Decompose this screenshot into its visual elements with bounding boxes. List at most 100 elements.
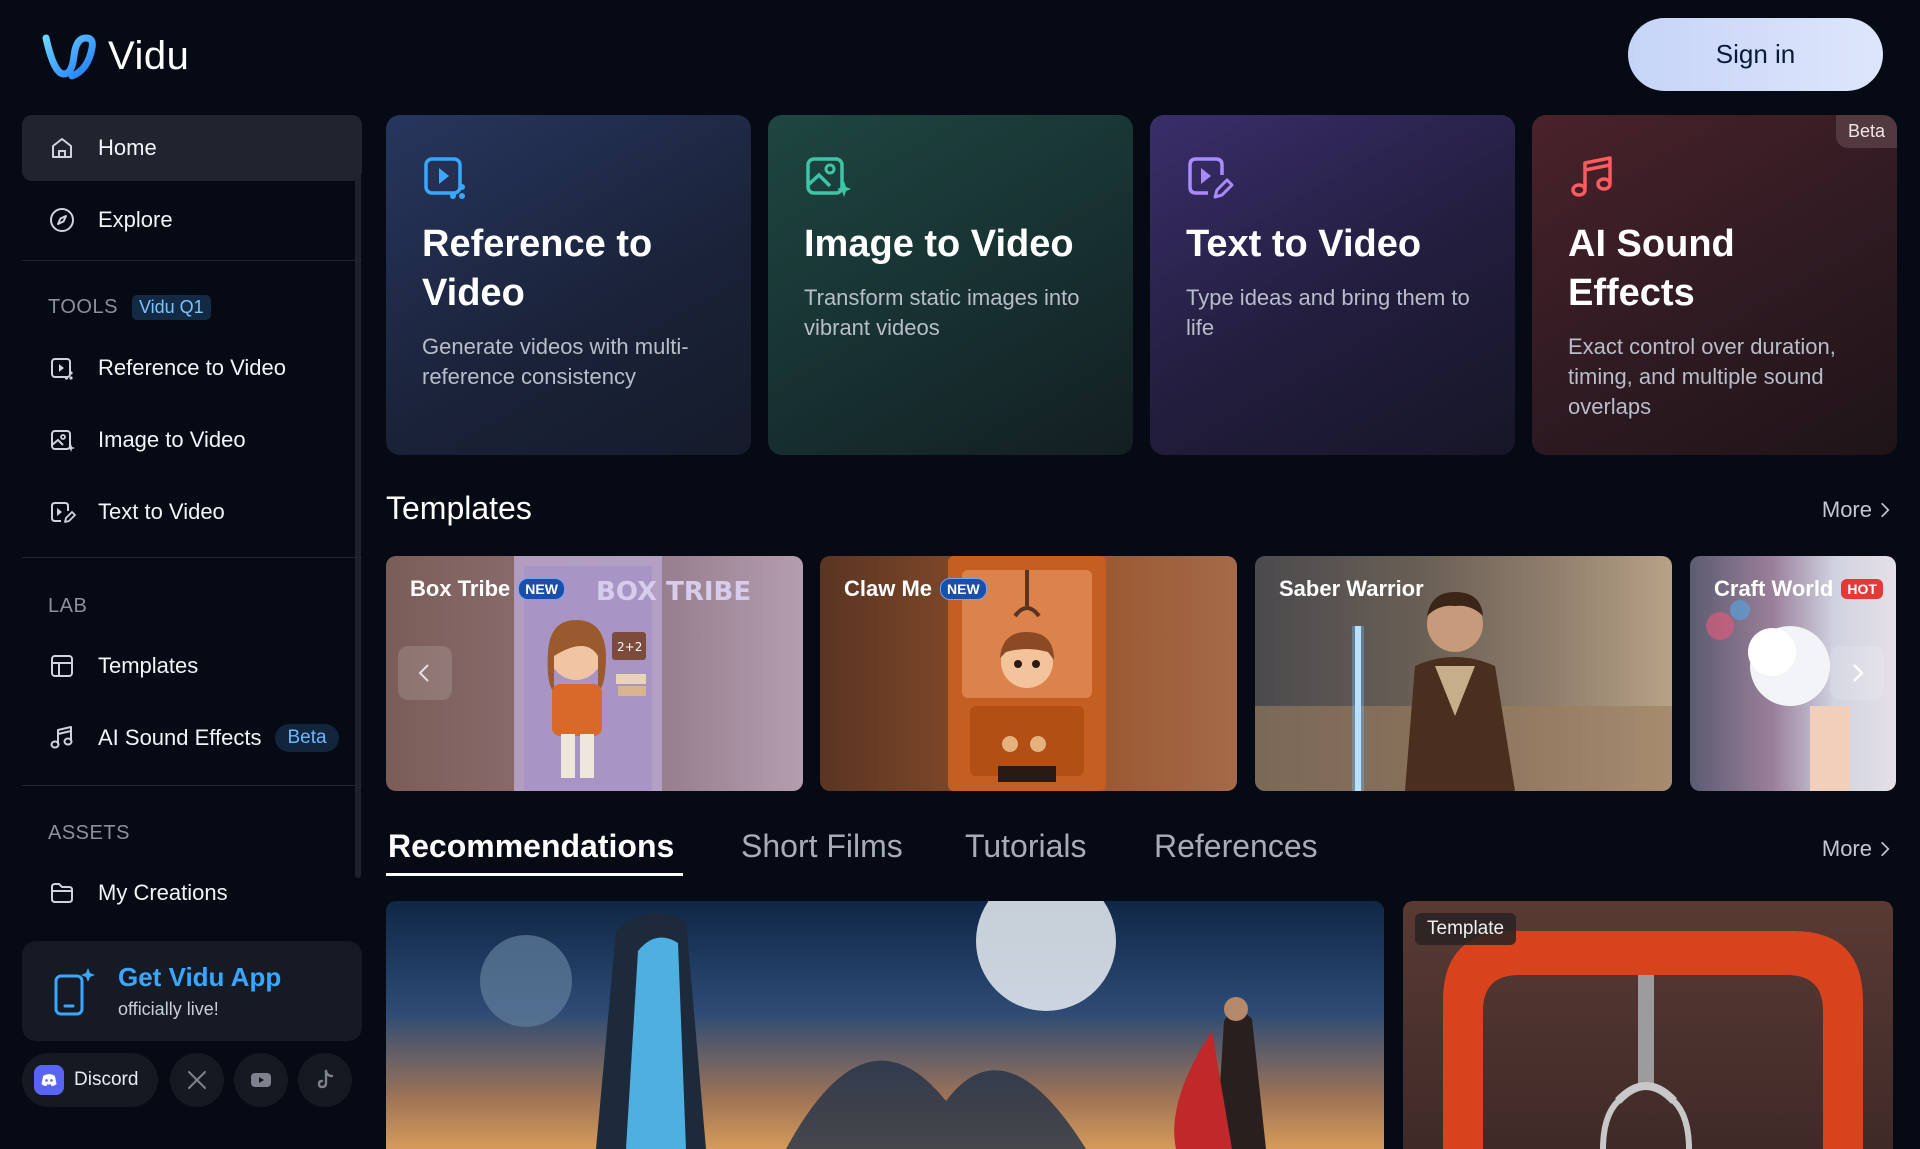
lab-section-label: LAB	[48, 595, 87, 618]
chevron-right-icon	[1881, 502, 1890, 518]
chevron-right-icon	[1853, 664, 1864, 682]
more-label: More	[1821, 836, 1872, 861]
sidebar-item-label: Text to Video	[98, 499, 225, 524]
sidebar-item-label: Image to Video	[98, 427, 246, 452]
template-card-saber-warrior[interactable]: Saber Warrior	[1255, 556, 1672, 791]
new-badge: NEW	[518, 578, 565, 600]
tool-description: Generate videos with multi-reference con…	[422, 334, 689, 389]
sci-fi-portal-thumbnail	[480, 901, 1266, 1149]
recommendation-card-template[interactable]: Template	[1403, 901, 1893, 1149]
tool-card-reference-to-video[interactable]: Reference to Video Generate videos with …	[386, 115, 751, 455]
folder-icon	[48, 879, 76, 907]
sidebar-divider	[22, 260, 362, 261]
active-tab-indicator	[386, 873, 683, 876]
discord-label: Discord	[74, 1069, 139, 1090]
brand-name: Vidu	[108, 33, 190, 78]
template-name: Claw Me	[844, 576, 933, 601]
template-name: Craft World	[1714, 576, 1834, 601]
discord-button[interactable]: Discord	[22, 1053, 158, 1107]
assets-label: ASSETS	[48, 822, 130, 844]
tool-title: Text to Video	[1186, 223, 1422, 265]
discord-icon	[34, 1065, 64, 1095]
sidebar-item-templates[interactable]: Templates	[22, 633, 362, 699]
sidebar: Home Explore TOOLS Vidu Q1 Reference to …	[22, 115, 362, 1149]
sidebar-item-reference-to-video[interactable]: Reference to Video	[22, 335, 362, 401]
tool-title: Reference to Video	[422, 223, 653, 314]
sidebar-item-home[interactable]: Home	[22, 115, 362, 181]
box-sticker-text: 2+2	[617, 640, 642, 654]
x-twitter-button[interactable]	[170, 1053, 224, 1107]
template-name: Box Tribe	[410, 576, 511, 601]
template-label: Claw Me NEW	[844, 576, 987, 602]
tab-short-films[interactable]: Short Films	[741, 828, 903, 865]
chevron-right-icon	[1881, 841, 1890, 857]
tools-label: TOOLS	[48, 296, 118, 318]
vidu-logo[interactable]: Vidu	[40, 30, 189, 82]
text-video-icon	[48, 498, 76, 526]
tool-card-image-to-video[interactable]: Image to Video Transform static images i…	[768, 115, 1133, 455]
sidebar-item-image-to-video[interactable]: Image to Video	[22, 407, 362, 473]
tool-description: Type ideas and bring them to life	[1186, 285, 1470, 340]
beta-tag: Beta	[1835, 115, 1897, 148]
chevron-left-icon	[418, 664, 429, 682]
template-card-claw-me[interactable]: Claw Me NEW	[820, 556, 1237, 791]
recommendations-more-link[interactable]: More	[1822, 836, 1890, 862]
tool-description: Transform static images into vibrant vid…	[804, 285, 1080, 340]
tiktok-button[interactable]	[298, 1053, 352, 1107]
sidebar-item-label: My Creations	[98, 880, 228, 905]
youtube-button[interactable]	[234, 1053, 288, 1107]
template-label: Craft World HOT	[1714, 576, 1883, 602]
music-note-icon	[48, 724, 76, 752]
template-label: Saber Warrior	[1279, 576, 1424, 602]
sidebar-item-ai-sound-effects[interactable]: AI Sound Effects Beta	[22, 705, 362, 771]
sign-in-button[interactable]: Sign in	[1628, 18, 1883, 91]
template-card-craft-world[interactable]: Craft World HOT	[1690, 556, 1896, 791]
beta-badge: Beta	[275, 724, 339, 752]
template-name: Saber Warrior	[1279, 576, 1424, 601]
tool-card-text-to-video[interactable]: Text to Video Type ideas and bring them …	[1150, 115, 1515, 455]
tiktok-icon	[317, 1069, 334, 1089]
reference-video-icon	[48, 354, 76, 382]
vidu-logo-icon	[42, 34, 96, 80]
lab-label: LAB	[48, 595, 88, 617]
get-app-card[interactable]: Get Vidu App officially live!	[22, 941, 362, 1041]
recommendation-card[interactable]	[386, 901, 1384, 1149]
template-label: Box Tribe NEW	[410, 576, 565, 602]
music-note-icon	[1571, 156, 1612, 197]
sidebar-item-label: Explore	[98, 207, 173, 232]
templates-title: Templates	[386, 490, 532, 526]
youtube-icon	[251, 1073, 271, 1087]
sidebar-item-my-creations[interactable]: My Creations	[22, 860, 362, 926]
vidu-q1-badge: Vidu Q1	[131, 295, 211, 320]
tab-references[interactable]: References	[1154, 828, 1318, 865]
tab-tutorials[interactable]: Tutorials	[965, 828, 1087, 865]
sidebar-item-label: AI Sound Effects	[98, 725, 262, 750]
get-app-subtitle: officially live!	[118, 999, 219, 1019]
tool-card-ai-sound-effects[interactable]: Beta AI Sound Effects Exact control over…	[1532, 115, 1897, 455]
hot-badge: HOT	[1841, 579, 1883, 599]
sidebar-item-text-to-video[interactable]: Text to Video	[22, 479, 362, 545]
template-card-box-tribe[interactable]: Box Tribe NEW BOX TRIBE 2+2	[386, 556, 803, 791]
tool-title: Image to Video	[804, 223, 1074, 265]
assets-section-label: ASSETS	[48, 822, 130, 845]
tab-recommendations[interactable]: Recommendations	[388, 828, 674, 865]
carousel-prev-button[interactable]	[398, 646, 452, 700]
more-label: More	[1821, 497, 1872, 522]
mobile-app-icon	[54, 968, 95, 1016]
image-video-icon	[48, 426, 76, 454]
sidebar-divider	[22, 785, 362, 786]
sidebar-item-explore[interactable]: Explore	[22, 187, 362, 253]
box-text: BOX TRIBE	[596, 577, 751, 607]
reference-video-icon	[424, 157, 465, 199]
carousel-next-button[interactable]	[1830, 646, 1884, 700]
compass-icon	[48, 206, 76, 234]
tool-title: AI Sound Effects	[1568, 223, 1735, 314]
home-icon	[48, 134, 76, 162]
tool-description: Exact control over duration, timing, and…	[1568, 334, 1836, 419]
get-app-title: Get Vidu App	[118, 962, 282, 992]
templates-more-link[interactable]: More	[1822, 497, 1890, 523]
sidebar-item-label: Home	[98, 135, 157, 160]
text-video-icon	[1188, 157, 1234, 199]
new-badge: NEW	[940, 578, 987, 600]
sidebar-item-label: Reference to Video	[98, 355, 286, 380]
